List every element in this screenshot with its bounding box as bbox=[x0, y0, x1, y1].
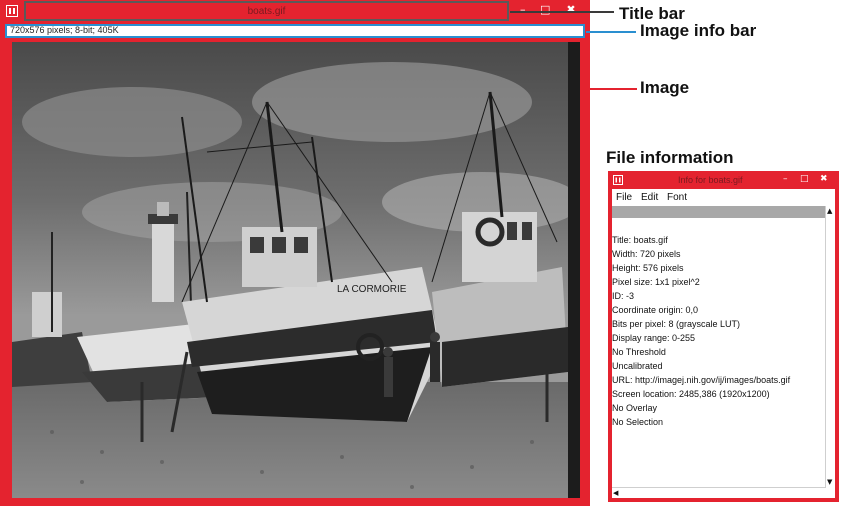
image-info-bar-annotation: Image info bar bbox=[640, 21, 757, 40]
image-pointer bbox=[590, 88, 637, 90]
vertical-scrollbar[interactable]: ▲ ▼ bbox=[825, 206, 835, 498]
info-line: Display range: 0-255 bbox=[612, 333, 696, 343]
maximize-icon[interactable]: □ bbox=[800, 174, 809, 184]
image-info-bar: 720x576 pixels; 8-bit; 405K bbox=[5, 24, 585, 38]
menu-font[interactable]: Font bbox=[667, 192, 687, 203]
info-line: URL: http://imagej.nih.gov/ij/images/boa… bbox=[612, 375, 791, 385]
info-line: ID: -3 bbox=[612, 291, 635, 301]
imagej-app-icon bbox=[613, 175, 623, 185]
info-line: No Overlay bbox=[612, 403, 658, 413]
image-info-text: 720x576 pixels; 8-bit; 405K bbox=[10, 25, 119, 35]
svg-text:LA CORMORIE: LA CORMORIE bbox=[337, 284, 407, 295]
title-bar-outline: boats.gif bbox=[24, 1, 509, 21]
info-line: Pixel size: 1x1 pixel^2 bbox=[612, 277, 700, 287]
info-line: Title: boats.gif bbox=[612, 235, 668, 245]
info-window: Info for boats.gif – □ ✖ File Edit Font … bbox=[608, 171, 839, 502]
image-annotation: Image bbox=[640, 78, 690, 97]
title-bar[interactable]: boats.gif – □ ✖ bbox=[0, 0, 590, 22]
file-information-annotation: File information bbox=[606, 148, 734, 167]
info-line: No Threshold bbox=[612, 347, 666, 357]
image-info-bar-pointer bbox=[586, 31, 636, 33]
image-canvas[interactable]: LA CORMORIE bbox=[12, 42, 580, 498]
info-line: Coordinate origin: 0,0 bbox=[612, 305, 699, 315]
horizontal-scrollbar[interactable]: ◀ bbox=[612, 487, 826, 498]
menu-file[interactable]: File bbox=[616, 192, 632, 203]
info-line: Bits per pixel: 8 (grayscale LUT) bbox=[612, 319, 741, 329]
info-line: Height: 576 pixels bbox=[612, 263, 684, 273]
info-line: Width: 720 pixels bbox=[612, 249, 681, 259]
info-window-title: Info for boats.gif bbox=[678, 175, 743, 185]
boats-photo: LA CORMORIE bbox=[12, 42, 580, 498]
info-line: No Selection bbox=[612, 417, 664, 427]
maximize-icon[interactable]: □ bbox=[540, 3, 550, 17]
menu-bar: File Edit Font bbox=[612, 189, 835, 205]
info-window-title-bar[interactable]: Info for boats.gif – □ ✖ bbox=[608, 171, 839, 189]
image-window: boats.gif – □ ✖ 720x576 pixels; 8-bit; 4… bbox=[0, 0, 590, 506]
close-icon[interactable]: ✖ bbox=[820, 174, 828, 184]
window-title: boats.gif bbox=[247, 6, 286, 17]
minimize-icon[interactable]: – bbox=[783, 174, 788, 184]
scroll-down-icon[interactable]: ▼ bbox=[827, 478, 832, 486]
title-bar-pointer bbox=[510, 11, 614, 13]
scroll-up-icon[interactable]: ▲ bbox=[827, 207, 832, 215]
info-window-body: File Edit Font ▲ ▼ ◀ Title: boats.gif Wi… bbox=[612, 189, 835, 498]
menu-edit[interactable]: Edit bbox=[641, 192, 658, 203]
scroll-left-icon[interactable]: ◀ bbox=[613, 489, 618, 497]
close-icon[interactable]: ✖ bbox=[556, 3, 586, 17]
imagej-app-icon bbox=[6, 5, 18, 17]
info-line: Uncalibrated bbox=[612, 361, 663, 371]
info-line: Screen location: 2485,386 (1920x1200) bbox=[612, 389, 770, 399]
toolbar-strip bbox=[612, 206, 826, 218]
minimize-icon[interactable]: – bbox=[520, 3, 526, 17]
